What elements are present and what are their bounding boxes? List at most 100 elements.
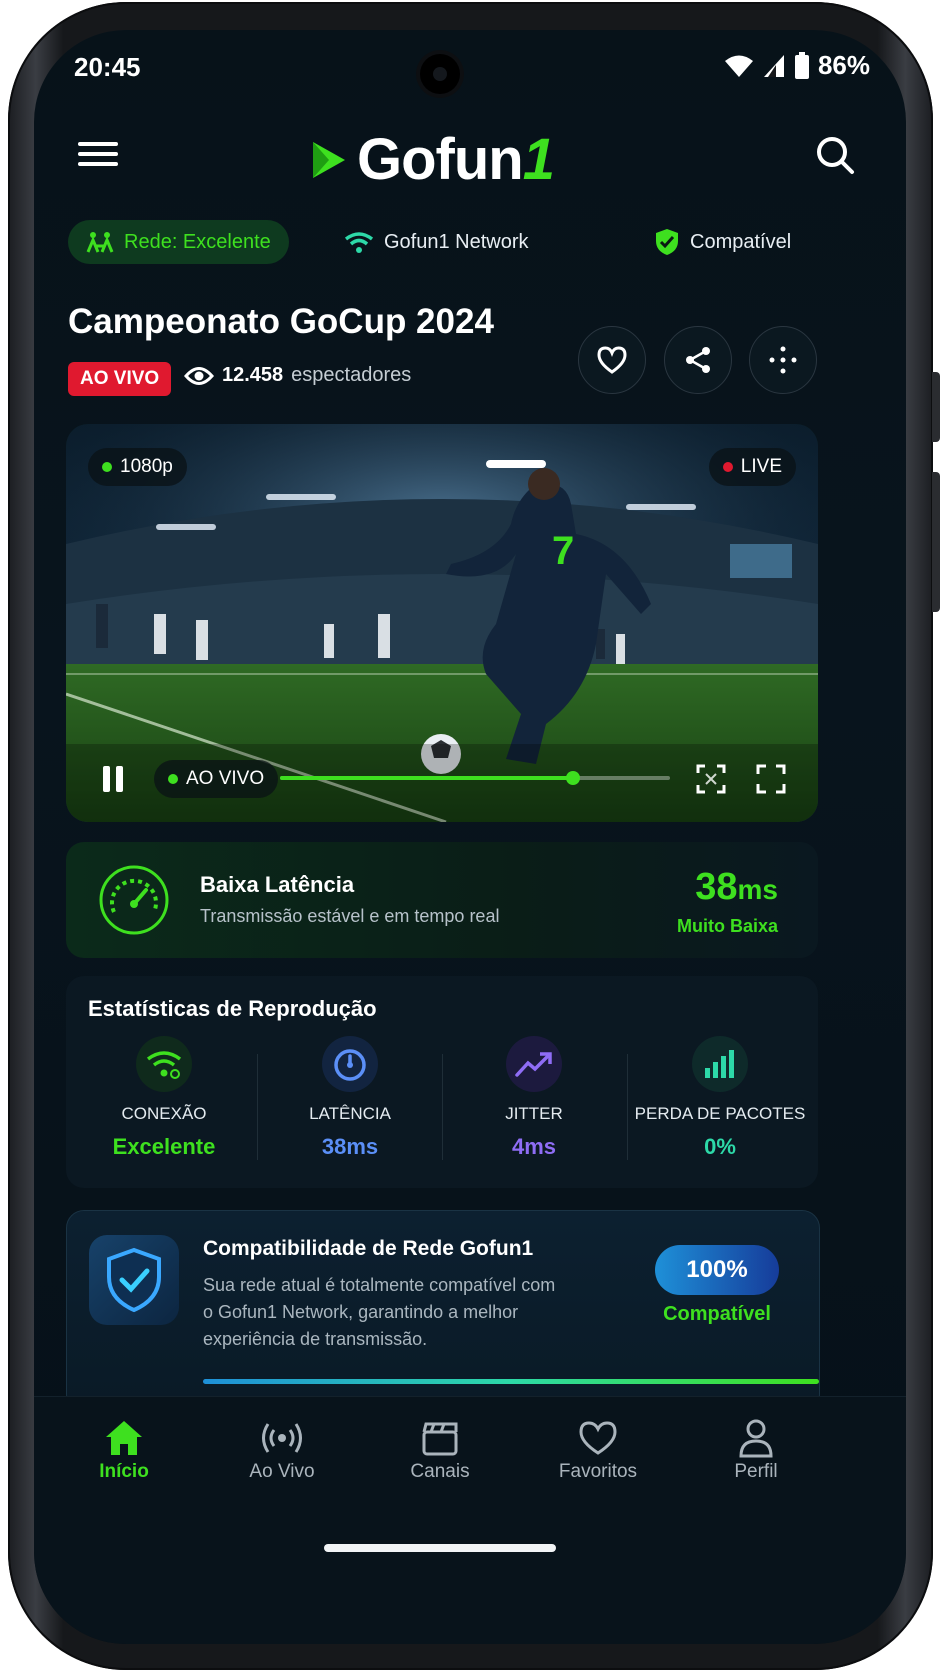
home-icon bbox=[106, 1421, 142, 1455]
bar-chart-icon bbox=[705, 1050, 734, 1078]
nav-item-canais[interactable]: Canais bbox=[370, 1415, 510, 1483]
menu-button[interactable] bbox=[78, 136, 118, 176]
live-status-dot bbox=[168, 774, 178, 784]
signal-icon bbox=[763, 54, 784, 77]
volume-up-button bbox=[932, 372, 940, 442]
stat-value: 38ms bbox=[321, 1134, 379, 1159]
stat-connection-icon-bg bbox=[136, 1036, 192, 1092]
viewer-count: 12.458 espectadores bbox=[184, 364, 411, 387]
status-time: 20:45 bbox=[74, 52, 141, 82]
compat-line-2: o Gofun1 Network, garantindo a melhor bbox=[203, 1302, 519, 1322]
nav-item-ao-vivo[interactable]: Ao Vivo bbox=[212, 1415, 352, 1483]
fullscreen-button[interactable] bbox=[756, 764, 786, 794]
network-quality-label: Rede: Excelente bbox=[124, 230, 271, 253]
video-player[interactable]: 7 1080p LIVE AO VIVO bbox=[66, 424, 818, 822]
compat-status: Compatível bbox=[663, 1303, 771, 1325]
nav-label: Ao Vivo bbox=[249, 1461, 315, 1482]
progress-thumb[interactable] bbox=[565, 771, 580, 785]
more-options-button[interactable] bbox=[749, 326, 817, 394]
compat-chip[interactable]: Compatível bbox=[654, 220, 791, 264]
volume-down-button bbox=[932, 472, 940, 612]
app-header: Gofun1 bbox=[34, 120, 906, 200]
playback-stats-card: Estatísticas de Reprodução CONEXÃO Excel… bbox=[66, 976, 818, 1188]
app-screen: 20:45 86% Gofun1 Rede: Excelente Gofun1 … bbox=[34, 30, 906, 1644]
nav-item-perfil[interactable]: Perfil bbox=[686, 1415, 826, 1483]
latency-card: Baixa Latência Transmissão estável e em … bbox=[66, 842, 818, 958]
user-icon bbox=[739, 1419, 773, 1458]
stat-value: 0% bbox=[704, 1134, 736, 1159]
status-bar: 20:45 86% bbox=[34, 30, 906, 100]
share-icon bbox=[686, 347, 710, 373]
speedometer-icon bbox=[99, 865, 169, 935]
home-indicator[interactable] bbox=[324, 1544, 556, 1552]
stat-label: JITTER bbox=[505, 1104, 563, 1123]
search-icon[interactable] bbox=[814, 134, 856, 176]
viewer-count-label: espectadores bbox=[291, 364, 412, 386]
progress-fill bbox=[280, 776, 573, 780]
menu-icon-line bbox=[78, 142, 118, 146]
wifi-icon bbox=[344, 232, 374, 253]
compat-chip-label: Compatível bbox=[690, 230, 792, 253]
progress-track[interactable] bbox=[280, 771, 670, 785]
shield-badge bbox=[89, 1235, 179, 1325]
network-status-bar: Rede: Excelente Gofun1 Network Compatíve… bbox=[34, 220, 906, 280]
pause-icon bbox=[103, 766, 123, 792]
latency-unit: ms bbox=[737, 874, 778, 905]
minimize-icon bbox=[696, 764, 726, 794]
timer-icon bbox=[334, 1049, 366, 1081]
network-name-chip[interactable]: Gofun1 Network bbox=[344, 220, 529, 264]
heart-icon bbox=[597, 346, 627, 374]
pause-button[interactable] bbox=[100, 764, 130, 794]
clapper-icon bbox=[422, 1422, 458, 1456]
stat-label: LATÊNCIA bbox=[309, 1104, 391, 1123]
compatibility-card: Compatibilidade de Rede Gofun1 Sua rede … bbox=[66, 1210, 820, 1412]
wifi-icon bbox=[724, 55, 753, 77]
eye-icon bbox=[184, 366, 214, 385]
nav-label: Favoritos bbox=[558, 1461, 638, 1482]
compat-line-1: Sua rede atual é totalmente compatível c… bbox=[203, 1275, 556, 1295]
live-tag-label: LIVE bbox=[740, 456, 782, 477]
wifi-signal-icon bbox=[146, 1051, 182, 1079]
nav-label: Perfil bbox=[734, 1461, 778, 1482]
live-indicator: LIVE bbox=[708, 448, 796, 486]
stat-latency-icon-bg bbox=[322, 1036, 378, 1092]
battery-icon bbox=[794, 51, 809, 79]
shield-check-icon bbox=[107, 1247, 161, 1313]
stat-jitter-icon-bg bbox=[506, 1036, 562, 1092]
menu-icon-line bbox=[78, 162, 118, 166]
compat-percent-pill: 100% bbox=[655, 1245, 779, 1295]
pip-button[interactable] bbox=[696, 764, 726, 794]
nav-label: Início bbox=[99, 1461, 149, 1482]
network-name-label: Gofun1 Network bbox=[384, 230, 529, 253]
share-button[interactable] bbox=[664, 326, 732, 394]
quality-indicator[interactable]: 1080p bbox=[88, 448, 187, 486]
app-logo[interactable]: Gofun1 bbox=[309, 126, 555, 193]
fullscreen-icon bbox=[756, 764, 786, 794]
front-camera bbox=[420, 54, 460, 94]
stat-label: PERDA DE PACOTES bbox=[634, 1104, 806, 1123]
latency-level: Muito Baixa bbox=[676, 916, 778, 936]
jersey-number: 7 bbox=[552, 529, 574, 573]
trend-up-icon bbox=[515, 1052, 552, 1077]
battery-percent: 86% bbox=[817, 50, 870, 80]
stat-value: 4ms bbox=[511, 1134, 557, 1159]
favorite-button[interactable] bbox=[578, 326, 646, 394]
broadcast-icon bbox=[262, 1423, 302, 1453]
latency-subtitle: Transmissão estável e em tempo real bbox=[200, 906, 500, 926]
live-status-label: AO VIVO bbox=[186, 768, 265, 789]
stat-label: CONEXÃO bbox=[121, 1104, 207, 1123]
live-badge: AO VIVO bbox=[68, 362, 172, 396]
quality-label: 1080p bbox=[120, 456, 173, 477]
live-status-pill: AO VIVO bbox=[154, 760, 279, 798]
stat-value: Excelente bbox=[112, 1134, 216, 1159]
heart-icon bbox=[579, 1421, 617, 1455]
nav-item-favoritos[interactable]: Favoritos bbox=[528, 1415, 668, 1483]
stat-connection: CONEXÃO Excelente bbox=[72, 1036, 256, 1160]
quality-dot bbox=[102, 462, 112, 472]
network-people-icon bbox=[86, 232, 114, 253]
nav-item-inicio[interactable]: Início bbox=[54, 1415, 194, 1483]
compat-progress-bar bbox=[203, 1379, 819, 1384]
play-logo-icon bbox=[313, 141, 345, 178]
latency-title: Baixa Latência bbox=[200, 872, 355, 897]
network-quality-chip[interactable]: Rede: Excelente bbox=[68, 220, 289, 264]
